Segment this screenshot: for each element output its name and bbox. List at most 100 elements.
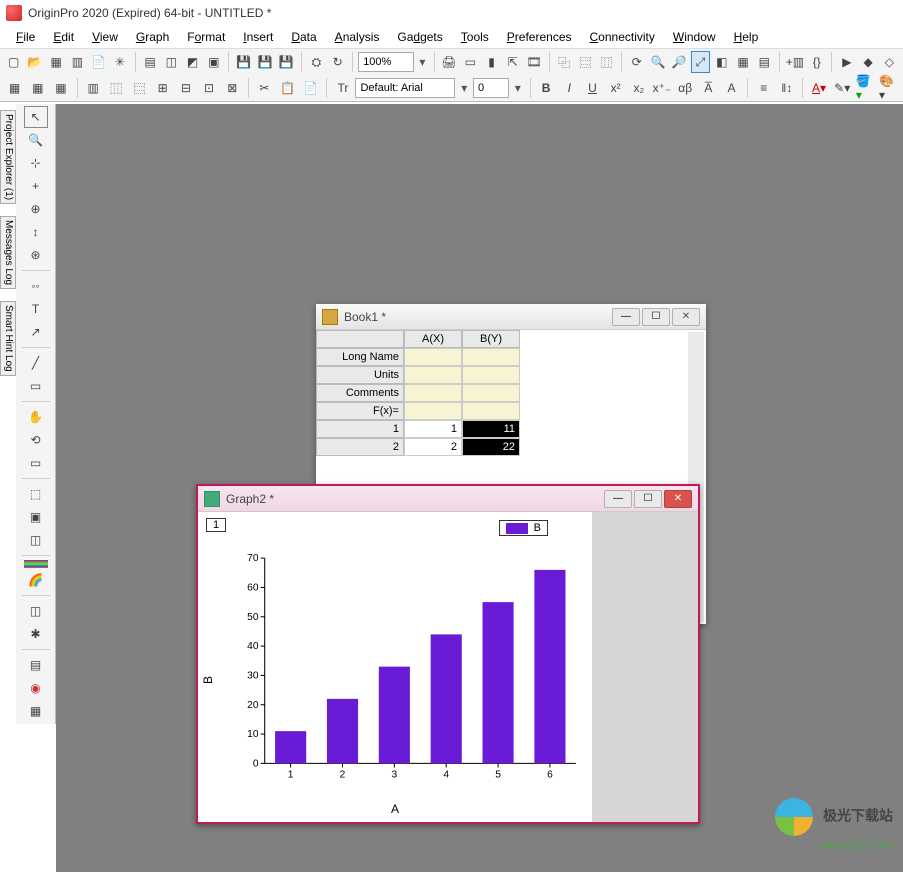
font-style-icon[interactable]: Tr [332,77,353,99]
col-a-header[interactable]: A(X) [404,330,462,348]
row-1[interactable]: 1 [316,420,404,438]
roi-icon[interactable]: ▭ [24,452,48,474]
batch-icon[interactable]: ⛭ [307,51,326,73]
col-b-header[interactable]: B(Y) [462,330,520,348]
graph-page[interactable]: 1 B B 010203040506070123456 A [198,512,592,822]
fill-color-icon[interactable]: 🪣▾ [855,77,876,99]
menu-connectivity[interactable]: Connectivity [582,28,663,46]
font-dropdown-icon[interactable]: ▾ [457,77,471,99]
tb2-2-icon[interactable]: ▦ [27,77,48,99]
python-icon[interactable]: ◆ [858,51,877,73]
book1-minimize-button[interactable]: — [612,308,640,326]
cell-units-a[interactable] [404,366,462,384]
open-template-icon[interactable]: ▦ [47,51,66,73]
cell-2-b[interactable]: 22 [462,438,520,456]
slide-show-icon[interactable]: ▦ [733,51,752,73]
menu-insert[interactable]: Insert [235,28,281,46]
rainbow-icon[interactable]: 🌈 [24,569,48,591]
palette-icon[interactable]: 🎨▾ [878,77,899,99]
row-comments[interactable]: Comments [316,384,404,402]
window-graph2[interactable]: Graph2 * — ☐ ✕ 1 B B 0102030405060701234… [196,484,700,824]
tb2-7-icon[interactable]: ⊞ [152,77,173,99]
video-icon[interactable]: ▮ [482,51,501,73]
menu-window[interactable]: Window [665,28,724,46]
new-graph-icon[interactable]: ◫ [162,51,181,73]
insert-graph-icon[interactable]: ⬚ [24,483,48,505]
export-icon[interactable]: ⇱ [503,51,522,73]
superscript-icon[interactable]: x² [605,77,626,99]
recalculate-icon[interactable]: ↻ [328,51,347,73]
extract-data-icon[interactable]: ▤ [24,654,48,676]
cell-fx-a[interactable] [404,402,462,420]
pan-icon[interactable]: ✋ [24,406,48,428]
layer-number[interactable]: 1 [206,518,226,532]
data-selector-icon[interactable]: ↕ [24,221,48,243]
menu-gadgets[interactable]: Gadgets [389,28,450,46]
fontsize-dropdown-icon[interactable]: ▾ [511,77,525,99]
tb2-10-icon[interactable]: ⊠ [222,77,243,99]
row-units[interactable]: Units [316,366,404,384]
save-icon[interactable]: 💾 [234,51,253,73]
cell-comments-a[interactable] [404,384,462,402]
arrow-tool-icon[interactable]: ↗ [24,321,48,343]
tb2-6-icon[interactable]: ⿳ [129,77,150,99]
notes-icon[interactable]: ▤ [755,51,774,73]
graph2-maximize-button[interactable]: ☐ [634,490,662,508]
worksheet[interactable]: A(X) B(Y) Long Name Units Comments F(x)=… [316,330,706,456]
font-size-input[interactable] [473,78,509,98]
menu-preferences[interactable]: Preferences [499,28,580,46]
zoom-input[interactable] [358,52,414,72]
read-data-icon[interactable]: ⊹ [24,152,48,174]
zoom-tool-icon[interactable]: 🔍 [24,129,48,151]
tb2-9-icon[interactable]: ⊡ [198,77,219,99]
book1-maximize-button[interactable]: ☐ [642,308,670,326]
digitize-icon[interactable]: ◧ [712,51,731,73]
cell-1-a[interactable]: 1 [404,420,462,438]
italic-icon[interactable]: I [559,77,580,99]
graph2-minimize-button[interactable]: — [604,490,632,508]
r-console-icon[interactable]: ◇ [880,51,899,73]
row-longname[interactable]: Long Name [316,348,404,366]
tb2-1-icon[interactable]: ▦ [4,77,25,99]
star-icon[interactable]: ✱ [24,623,48,645]
menu-graph[interactable]: Graph [128,28,177,46]
zoom-out-icon[interactable]: 🔎 [670,51,689,73]
graph2-titlebar[interactable]: Graph2 * — ☐ ✕ [198,486,698,512]
pointer-icon[interactable]: ↖ [24,106,48,128]
extract-icon[interactable]: ⿲ [597,51,616,73]
menu-edit[interactable]: Edit [45,28,82,46]
tab-project-explorer[interactable]: Project Explorer (1) [0,110,16,204]
import-wizard-icon[interactable]: 📄 [89,51,108,73]
open-excel-icon[interactable]: ▥ [68,51,87,73]
line-spacing-icon[interactable]: ‖↕ [776,77,797,99]
cell-longname-b[interactable] [462,348,520,366]
labtalk-icon[interactable]: ▶ [837,51,856,73]
cell-units-b[interactable] [462,366,520,384]
digitizer-icon[interactable]: ◉ [24,677,48,699]
save-window-icon[interactable]: 💾 [277,51,296,73]
x-axis-title[interactable]: A [391,802,399,816]
tab-smart-hint-log[interactable]: Smart Hint Log [0,301,16,376]
tb2-8-icon[interactable]: ⊟ [175,77,196,99]
line-color-icon[interactable]: ✎▾ [832,77,853,99]
align-icon[interactable]: ≡ [753,77,774,99]
y-axis-title[interactable]: B [201,676,215,684]
copy-icon[interactable]: 📋 [277,77,298,99]
menu-help[interactable]: Help [726,28,767,46]
tab-messages-log[interactable]: Messages Log [0,216,16,289]
menu-analysis[interactable]: Analysis [327,28,388,46]
cut-icon[interactable]: ✂ [254,77,275,99]
book1-titlebar[interactable]: Book1 * — ☐ ✕ [316,304,706,330]
graph2-close-button[interactable]: ✕ [664,490,692,508]
slide-icon[interactable]: ▭ [461,51,480,73]
subsuperscript-icon[interactable]: x⁺₋ [651,77,672,99]
menu-view[interactable]: View [84,28,126,46]
paste-icon[interactable]: 📄 [300,77,321,99]
subscript-icon[interactable]: x₂ [628,77,649,99]
chart[interactable]: 010203040506070123456 [234,552,582,788]
save-template-icon[interactable]: 💾 [255,51,274,73]
zoom-dropdown-icon[interactable]: ▾ [416,51,428,73]
add-column-icon[interactable]: +▥ [785,51,805,73]
new-matrix-icon[interactable]: ◩ [183,51,202,73]
insert-image-icon[interactable]: ▣ [24,506,48,528]
